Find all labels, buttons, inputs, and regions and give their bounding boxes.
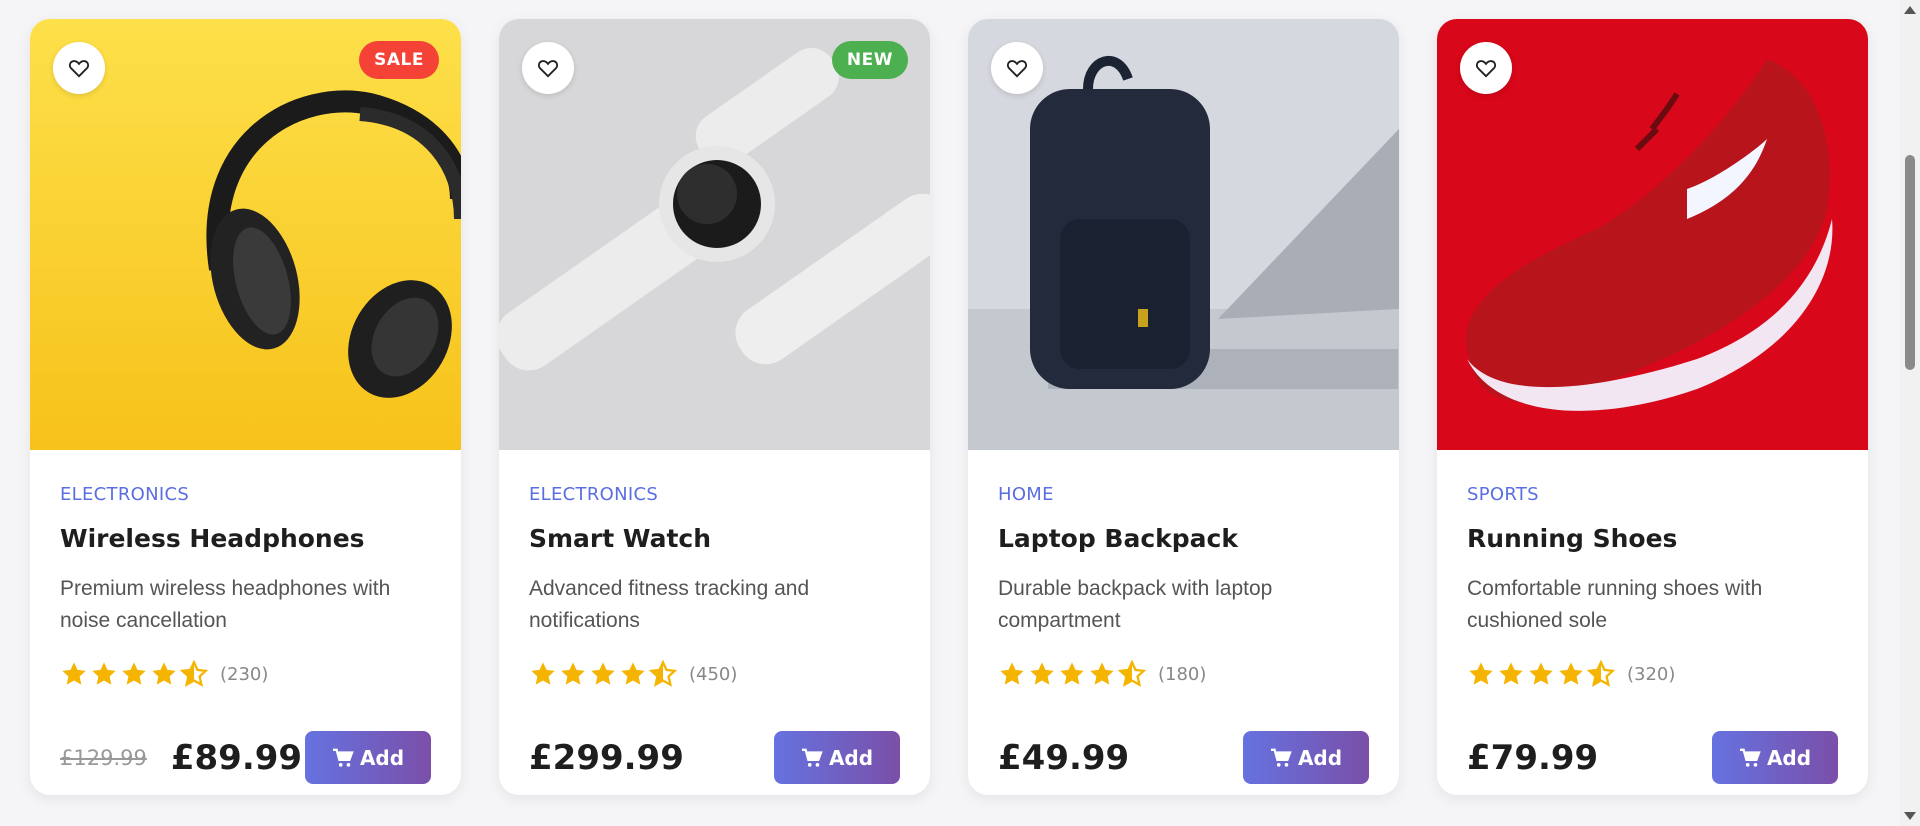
product-image-smart-watch[interactable]: NEW [499, 19, 930, 450]
add-to-cart-button[interactable]: Add [1712, 731, 1838, 784]
product-category: Electronics [60, 484, 190, 505]
product-name[interactable]: Running Shoes [1467, 524, 1838, 553]
star-icon [152, 662, 176, 685]
heart-icon [1006, 60, 1028, 78]
star-icon [621, 662, 645, 685]
product-category: Home [998, 484, 1054, 505]
product-grid: SALE Electronics Wireless Headphones Pre… [30, 19, 1868, 795]
add-button-label: Add [359, 745, 405, 770]
review-count: (450) [689, 663, 738, 685]
product-description: Advanced fitness tracking and notificati… [529, 577, 810, 632]
add-button-label: Add [1297, 745, 1343, 770]
add-to-cart-button[interactable]: Add [774, 731, 900, 784]
star-half-icon [1587, 660, 1615, 687]
star-rating: (180) [998, 659, 1369, 689]
favorite-button[interactable] [522, 42, 574, 94]
star-icon [1090, 662, 1114, 685]
original-price: £129.99 [60, 745, 147, 770]
scroll-up-arrow-icon[interactable] [1904, 6, 1916, 14]
add-to-cart-button[interactable]: Add [1243, 731, 1369, 784]
add-button-label: Add [1766, 745, 1812, 770]
star-icon [1060, 662, 1084, 685]
page-scrollbar[interactable] [1900, 0, 1920, 826]
star-icon [561, 662, 585, 685]
favorite-button[interactable] [53, 42, 105, 94]
star-icon [1030, 662, 1054, 685]
product-card[interactable]: NEW Electronics Smart Watch Advanced fit… [499, 19, 930, 795]
product-name[interactable]: Laptop Backpack [998, 524, 1369, 553]
product-description: Comfortable running shoes with cushioned… [1467, 577, 1763, 632]
product-image-backpack[interactable] [968, 19, 1399, 450]
star-icon [1499, 662, 1523, 685]
product-price: £299.99 [529, 737, 684, 778]
sale-badge: SALE [359, 41, 439, 79]
favorite-button[interactable] [991, 42, 1043, 94]
star-half-icon [1118, 660, 1146, 687]
star-icon [62, 662, 86, 685]
product-name[interactable]: Smart Watch [529, 524, 900, 553]
product-description: Premium wireless headphones with noise c… [60, 577, 391, 632]
scrollbar-thumb[interactable] [1905, 155, 1915, 370]
favorite-button[interactable] [1460, 42, 1512, 94]
product-image-headphones[interactable]: SALE [30, 19, 461, 450]
star-rating: (230) [60, 659, 431, 689]
review-count: (180) [1158, 663, 1207, 685]
product-card[interactable]: Sports Running Shoes Comfortable running… [1437, 19, 1868, 795]
product-price: £89.99 [170, 737, 303, 778]
star-icon [1559, 662, 1583, 685]
star-icon [1000, 662, 1024, 685]
scroll-down-arrow-icon[interactable] [1904, 812, 1916, 820]
cart-icon [332, 748, 354, 767]
product-category: Sports [1467, 484, 1539, 505]
product-card[interactable]: SALE Electronics Wireless Headphones Pre… [30, 19, 461, 795]
add-button-label: Add [828, 745, 874, 770]
star-half-icon [649, 660, 677, 687]
review-count: (230) [220, 663, 269, 685]
heart-icon [1475, 60, 1497, 78]
star-icon [1469, 662, 1493, 685]
review-count: (320) [1627, 663, 1676, 685]
cart-icon [1270, 748, 1292, 767]
star-rating: (320) [1467, 659, 1838, 689]
heart-icon [537, 60, 559, 78]
product-card[interactable]: Home Laptop Backpack Durable backpack wi… [968, 19, 1399, 795]
star-rating: (450) [529, 659, 900, 689]
product-name[interactable]: Wireless Headphones [60, 524, 431, 553]
cart-icon [1739, 748, 1761, 767]
add-to-cart-button[interactable]: Add [305, 731, 431, 784]
star-icon [591, 662, 615, 685]
product-price: £49.99 [998, 737, 1130, 778]
star-half-icon [180, 660, 208, 687]
product-image-running-shoe[interactable] [1437, 19, 1868, 450]
heart-icon [68, 60, 90, 78]
cart-icon [801, 748, 823, 767]
star-icon [531, 662, 555, 685]
new-badge: NEW [831, 41, 908, 79]
product-category: Electronics [529, 484, 659, 505]
star-icon [1529, 662, 1553, 685]
product-price: £79.99 [1467, 737, 1599, 778]
star-icon [92, 662, 116, 685]
star-icon [122, 662, 146, 685]
product-description: Durable backpack with laptop compartment [998, 577, 1273, 632]
